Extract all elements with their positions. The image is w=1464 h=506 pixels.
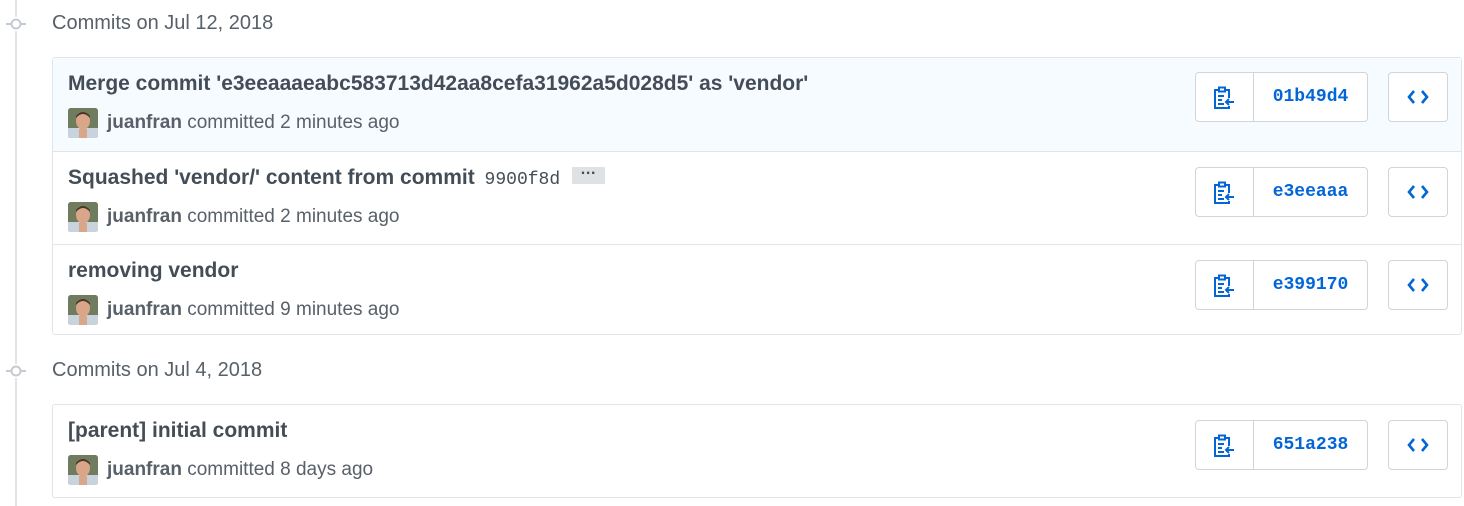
commit-meta-text: juanfran committed 2 minutes ago: [107, 112, 400, 134]
clippy-icon: [1214, 434, 1234, 457]
copy-sha-button[interactable]: [1196, 168, 1254, 216]
commit-title-link[interactable]: Squashed 'vendor/' content from commit 9…: [68, 161, 606, 190]
code-icon: [1407, 278, 1429, 292]
commit-sha-button-group: e399170: [1195, 260, 1368, 310]
commit-message[interactable]: removing vendor: [68, 259, 238, 282]
commit-row: Merge commit 'e3eeaaaeabc583713d42aa8cef…: [53, 58, 1461, 151]
commit-sha-button-group: 651a238: [1195, 420, 1368, 470]
author-link[interactable]: juanfran: [107, 112, 182, 133]
git-commit-icon: [6, 364, 26, 378]
commit-timeline: Commits on Jul 12, 2018 Merge commit 'e3…: [0, 0, 1464, 506]
clippy-icon: [1214, 181, 1234, 204]
timeline-line: [15, 0, 17, 506]
browse-repository-button[interactable]: [1388, 260, 1448, 310]
commit-group-header: Commits on Jul 4, 2018: [0, 356, 1464, 386]
avatar[interactable]: [68, 295, 98, 325]
clippy-icon: [1214, 86, 1234, 109]
code-icon: [1407, 90, 1429, 104]
clippy-icon: [1214, 274, 1234, 297]
commit-row: Squashed 'vendor/' content from commit 9…: [53, 151, 1461, 244]
commit-group-title: Commits on Jul 12, 2018: [52, 12, 274, 34]
browse-repository-button[interactable]: [1388, 420, 1448, 470]
avatar[interactable]: [68, 108, 98, 138]
commit-sha-link[interactable]: e399170: [1254, 261, 1367, 309]
commit-sha-link[interactable]: e3eeaaa: [1254, 168, 1367, 216]
avatar[interactable]: [68, 202, 98, 232]
author-link[interactable]: juanfran: [107, 459, 182, 480]
commit-message[interactable]: Merge commit 'e3eeaaaeabc583713d42aa8cef…: [68, 72, 808, 95]
ellipsis-icon: …: [580, 160, 598, 178]
expand-message-button[interactable]: …: [572, 161, 606, 184]
commit-meta-text: juanfran committed 8 days ago: [107, 459, 373, 481]
commit-title-link[interactable]: removing vendor: [68, 259, 238, 283]
browse-repository-button[interactable]: [1388, 72, 1448, 122]
commit-meta-text: juanfran committed 2 minutes ago: [107, 206, 400, 228]
commit-row: removing vendor juanfran committed 9 min…: [53, 244, 1461, 336]
commit-message[interactable]: [parent] initial commit: [68, 419, 287, 442]
copy-sha-button[interactable]: [1196, 421, 1254, 469]
commit-sha-link[interactable]: 651a238: [1254, 421, 1367, 469]
commit-list: Merge commit 'e3eeaaaeabc583713d42aa8cef…: [52, 57, 1462, 335]
commit-time: committed 8 days ago: [187, 459, 374, 480]
code-icon: [1407, 438, 1429, 452]
author-link[interactable]: juanfran: [107, 299, 182, 320]
commit-list: [parent] initial commit juanfran committ…: [52, 404, 1462, 498]
commit-row: [parent] initial commit juanfran committ…: [53, 405, 1461, 497]
copy-sha-button[interactable]: [1196, 73, 1254, 121]
commit-time: committed 9 minutes ago: [187, 299, 400, 320]
copy-sha-button[interactable]: [1196, 261, 1254, 309]
commit-group-header: Commits on Jul 12, 2018: [0, 9, 1464, 39]
git-commit-icon: [6, 17, 26, 31]
commit-title-link[interactable]: Merge commit 'e3eeaaaeabc583713d42aa8cef…: [68, 72, 808, 96]
code-icon: [1407, 185, 1429, 199]
commit-sha-button-group: 01b49d4: [1195, 72, 1368, 122]
commit-time: committed 2 minutes ago: [187, 206, 400, 227]
browse-repository-button[interactable]: [1388, 167, 1448, 217]
commit-meta-text: juanfran committed 9 minutes ago: [107, 299, 400, 321]
commit-time: committed 2 minutes ago: [187, 112, 400, 133]
inline-commit-sha[interactable]: 9900f8d: [485, 170, 561, 190]
author-link[interactable]: juanfran: [107, 206, 182, 227]
commit-sha-link[interactable]: 01b49d4: [1254, 73, 1367, 121]
commit-title-link[interactable]: [parent] initial commit: [68, 419, 287, 443]
commit-message[interactable]: Squashed 'vendor/' content from commit: [68, 166, 475, 189]
commit-group-title: Commits on Jul 4, 2018: [52, 359, 263, 381]
commit-sha-button-group: e3eeaaa: [1195, 167, 1368, 217]
avatar[interactable]: [68, 455, 98, 485]
